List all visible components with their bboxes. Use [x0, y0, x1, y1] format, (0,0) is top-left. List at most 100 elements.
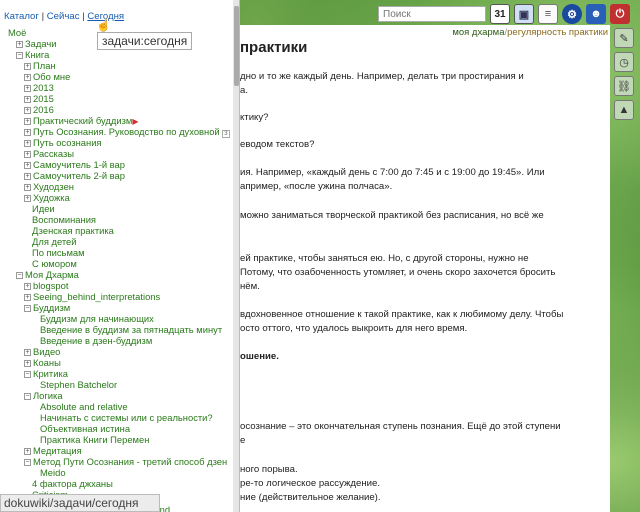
tree-item[interactable]: + Путь осознания — [24, 137, 102, 148]
now-link[interactable]: Сейчас — [47, 11, 80, 22]
expand-icon[interactable]: + — [24, 195, 31, 202]
tree-item[interactable]: С юмором — [32, 258, 77, 269]
tree-item-label[interactable]: Дзенская практика — [32, 225, 114, 236]
tree-item[interactable]: − Книга — [16, 49, 49, 60]
tree-item-label[interactable]: Видео — [33, 346, 60, 357]
collapse-icon[interactable]: − — [24, 459, 31, 466]
tree-item-label[interactable]: Моё — [8, 27, 26, 38]
collapse-icon[interactable]: − — [16, 52, 23, 59]
expand-icon[interactable]: + — [24, 129, 31, 136]
image-icon[interactable]: ▣ — [514, 4, 534, 24]
tree-item-label[interactable]: Путь Осознания. Руководство по духовной — [33, 126, 220, 137]
tree-item[interactable]: + Обо мне — [24, 71, 70, 82]
gear-icon[interactable]: ⚙ — [562, 4, 582, 24]
tree-item[interactable]: + Медитация — [24, 445, 82, 456]
logout-icon[interactable]: ⏻ — [610, 4, 630, 24]
expand-icon[interactable]: + — [24, 107, 31, 114]
tree-item-label[interactable]: Введение в буддизм за пятнадцать минут — [40, 324, 222, 335]
tree-item-label[interactable]: Самоучитель 1-й вар — [33, 159, 125, 170]
revisions-icon[interactable]: ◷ — [614, 52, 634, 72]
tree-item[interactable]: +2013 — [24, 82, 54, 93]
collapse-icon[interactable]: − — [24, 305, 31, 312]
tree-item[interactable]: Воспоминания — [32, 214, 96, 225]
tree-item-label[interactable]: Практический буддизм — [33, 115, 132, 126]
tree-item[interactable]: + Seeing_behind_interpretations — [24, 291, 160, 302]
tree-item[interactable]: Объективная истина — [40, 423, 130, 434]
tree-item[interactable]: + Задачи — [16, 38, 56, 49]
tree-item[interactable]: Моё — [8, 27, 26, 38]
back-to-top-icon[interactable]: ▲ — [614, 100, 634, 120]
tree-item[interactable]: 4 фактора джханы — [32, 478, 113, 489]
tree-item-label[interactable]: 2013 — [33, 82, 54, 93]
expand-icon[interactable]: + — [24, 448, 31, 455]
tree-item-label[interactable]: Худодзен — [33, 181, 74, 192]
sidebar-scrollbar[interactable] — [233, 0, 239, 512]
tree-item-label[interactable]: Самоучитель 2-й вар — [33, 170, 125, 181]
tree-item[interactable]: + План — [24, 60, 56, 71]
expand-icon[interactable]: + — [24, 63, 31, 70]
expand-icon[interactable]: + — [24, 173, 31, 180]
catalog-link[interactable]: Каталог — [4, 11, 39, 22]
scrollbar-thumb[interactable] — [234, 6, 239, 86]
collapse-icon[interactable]: − — [16, 272, 23, 279]
tree-item-label[interactable]: Введение в дзен-буддизм — [40, 335, 152, 346]
tree-item[interactable]: Для детей — [32, 236, 77, 247]
tree-item[interactable]: +2016 — [24, 104, 54, 115]
expand-icon[interactable]: + — [24, 140, 31, 147]
tree-item-label[interactable]: Идеи — [32, 203, 55, 214]
tree-item-label[interactable]: 4 фактора джханы — [32, 478, 113, 489]
expand-icon[interactable]: + — [24, 85, 31, 92]
tree-item[interactable]: + Самоучитель 2-й вар — [24, 170, 125, 181]
tree-item-label[interactable]: Задачи — [25, 38, 56, 49]
tree-item[interactable]: + Путь Осознания. Руководство по духовной… — [24, 126, 230, 138]
tree-item[interactable]: По письмам — [32, 247, 85, 258]
tree-item-label[interactable]: Воспоминания — [32, 214, 96, 225]
tree-item-label[interactable]: Буддизм для начинающих — [40, 313, 154, 324]
backlinks-icon[interactable]: ⛓ — [614, 76, 634, 96]
breadcrumb-link[interactable]: моя дхарма — [452, 27, 504, 38]
tree-item-label[interactable]: Seeing_behind_interpretations — [33, 291, 160, 302]
user-icon[interactable]: ☻ — [586, 4, 606, 24]
tree-item[interactable]: + blogspot — [24, 280, 68, 291]
tree-item-label[interactable]: Буддизм — [33, 302, 70, 313]
tree-item-label[interactable]: С юмором — [32, 258, 77, 269]
tree-item-label[interactable]: Meido — [40, 467, 66, 478]
breadcrumb-current[interactable]: регулярность практики — [507, 27, 608, 38]
expand-icon[interactable]: + — [24, 184, 31, 191]
tree-item-label[interactable]: Absolute and relative — [40, 401, 128, 412]
tree-item-label[interactable]: Моя Дхарма — [25, 269, 79, 280]
tree-item[interactable]: Практика Книги Перемен — [40, 434, 149, 445]
tree-item[interactable]: Начинать с системы или с реальности? — [40, 412, 213, 423]
tree-item-label[interactable]: Коаны — [33, 357, 61, 368]
tree-item-label[interactable]: Логика — [33, 390, 63, 401]
edit-icon[interactable]: ✎ — [614, 28, 634, 48]
tree-item-label[interactable]: Художка — [33, 192, 70, 203]
tree-item-label[interactable]: blogspot — [33, 280, 68, 291]
tree-item-label[interactable]: 2016 — [33, 104, 54, 115]
tree-item[interactable]: Meido — [40, 467, 66, 478]
tree-item-label[interactable]: Рассказы — [33, 148, 74, 159]
tree-item[interactable]: Stephen Batchelor — [40, 379, 117, 390]
tree-item[interactable]: Буддизм для начинающих — [40, 313, 154, 324]
tree-item-label[interactable]: Книга — [25, 49, 49, 60]
tree-item[interactable]: − Буддизм — [24, 302, 70, 313]
tree-item[interactable]: + Видео — [24, 346, 60, 357]
expand-icon[interactable]: + — [24, 96, 31, 103]
tree-item[interactable]: − Логика — [24, 390, 63, 401]
tree-item[interactable]: + Коаны — [24, 357, 61, 368]
collapse-icon[interactable]: − — [24, 393, 31, 400]
tree-item-label[interactable]: Для детей — [32, 236, 77, 247]
expand-icon[interactable]: + — [24, 360, 31, 367]
tree-item[interactable]: Введение в дзен-буддизм — [40, 335, 152, 346]
search-input[interactable] — [378, 6, 486, 22]
tree-item[interactable]: − Критика — [24, 368, 68, 379]
tree-item[interactable]: − Моя Дхарма — [16, 269, 79, 280]
expand-icon[interactable]: + — [24, 151, 31, 158]
tree-item[interactable]: +2015 — [24, 93, 54, 104]
tree-item-label[interactable]: 2015 — [33, 93, 54, 104]
collapse-icon[interactable]: − — [24, 371, 31, 378]
tree-item-label[interactable]: Обо мне — [33, 71, 70, 82]
expand-icon[interactable]: + — [24, 74, 31, 81]
tree-item-label[interactable]: Объективная истина — [40, 423, 130, 434]
expand-icon[interactable]: + — [16, 41, 23, 48]
